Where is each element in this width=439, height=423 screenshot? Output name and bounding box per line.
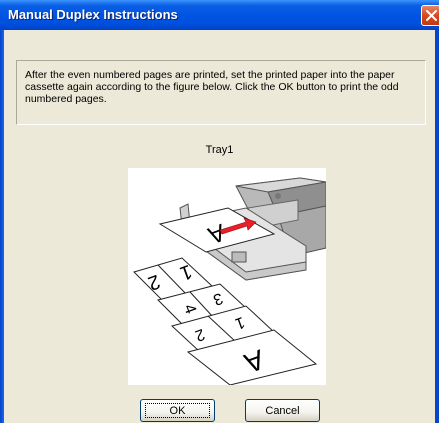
tray-label: Tray1 bbox=[205, 144, 234, 156]
duplex-illustration: A 2 1 4 3 2 1 A bbox=[133, 177, 327, 386]
focus-rect bbox=[145, 403, 210, 418]
dialog-title: Manual Duplex Instructions bbox=[8, 7, 178, 22]
cancel-button-label: Cancel bbox=[265, 404, 300, 417]
window-frame-left bbox=[0, 30, 4, 423]
close-icon bbox=[426, 10, 437, 21]
duplex-figure: A 2 1 4 3 2 1 A bbox=[128, 168, 327, 386]
instructions-box: After the even numbered pages are printe… bbox=[16, 60, 426, 125]
instructions-text: After the even numbered pages are printe… bbox=[25, 69, 399, 105]
manual-duplex-dialog: Manual Duplex Instructions After the eve… bbox=[0, 0, 439, 423]
window-frame-right bbox=[435, 30, 439, 423]
ok-button[interactable]: OK bbox=[140, 399, 215, 422]
close-button[interactable] bbox=[421, 5, 439, 26]
page-stack: 2 1 4 3 2 1 A bbox=[133, 257, 318, 386]
title-bar[interactable]: Manual Duplex Instructions bbox=[0, 0, 439, 30]
cancel-button[interactable]: Cancel bbox=[245, 399, 320, 422]
